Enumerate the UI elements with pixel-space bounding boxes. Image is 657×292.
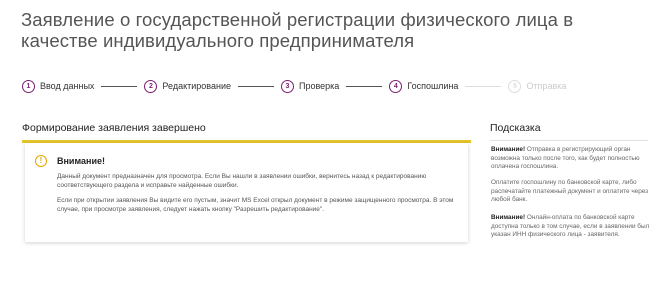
exclamation-icon: !	[35, 155, 47, 167]
step-number-3: 3	[280, 79, 294, 93]
step-input-data[interactable]: 1 Ввод данных	[22, 79, 95, 93]
step-label: Ввод данных	[40, 81, 95, 91]
hint-paragraph: Оплатите госпошлину по банковской карте,…	[491, 179, 649, 204]
warning-paragraph: Данный документ предназначен для просмот…	[57, 173, 427, 189]
progress-steps: 1 Ввод данных 2 Редактирование 3 Проверк…	[22, 78, 566, 94]
hint-bold: Внимание!	[491, 146, 526, 153]
step-connector	[237, 85, 274, 87]
step-label: Госпошлина	[407, 81, 459, 91]
step-check[interactable]: 3 Проверка	[280, 79, 340, 93]
step-label: Отправка	[526, 81, 567, 91]
section-heading: Формирование заявления завершено	[22, 122, 206, 134]
step-submit: 5 Отправка	[508, 79, 567, 93]
step-label: Редактирование	[162, 81, 231, 91]
warning-title: Внимание!	[57, 156, 105, 166]
hint-paragraph: Внимание! Отправка в регистрирующий орга…	[491, 146, 651, 172]
step-connector	[346, 85, 383, 87]
step-label: Проверка	[298, 81, 340, 91]
step-number-1: 1	[22, 79, 35, 93]
hint-heading: Подсказка	[490, 122, 541, 134]
step-connector	[465, 85, 502, 87]
page-title: Заявление о государственной регистрации …	[21, 9, 574, 51]
hint-divider	[490, 140, 648, 141]
hint-paragraph: Внимание! Онлайн-оплата по банковской ка…	[491, 214, 651, 240]
step-number-2: 2	[144, 79, 158, 93]
step-number-4: 4	[389, 79, 403, 93]
warning-box: ! Внимание! Данный документ предназначен…	[25, 143, 468, 242]
step-editing[interactable]: 2 Редактирование	[144, 79, 231, 93]
hint-bold: Внимание!	[491, 214, 526, 221]
step-connector	[101, 85, 138, 87]
step-state-fee[interactable]: 4 Госпошлина	[389, 79, 459, 93]
step-number-5: 5	[508, 79, 522, 93]
warning-paragraph: Если при открытии заявления Вы видите ег…	[57, 197, 454, 213]
